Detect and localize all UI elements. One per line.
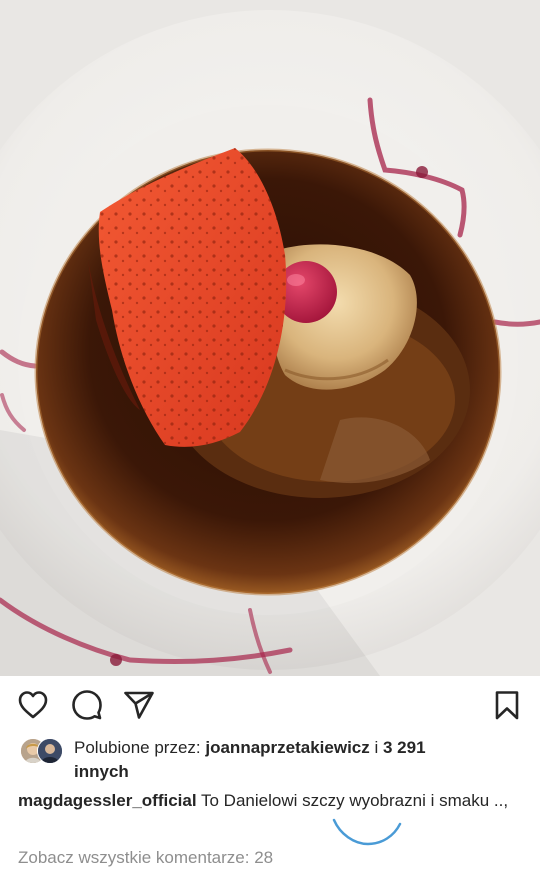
likes-prefix: Polubione przez: xyxy=(74,738,206,757)
likes-connector: i xyxy=(369,738,383,757)
post-caption: magdagessler_official To Danielowi szczy… xyxy=(18,788,518,814)
post-action-bar xyxy=(0,676,540,734)
save-button[interactable] xyxy=(490,688,524,722)
dish-photo-illustration xyxy=(0,0,540,676)
avatar xyxy=(37,738,63,764)
heart-outline-icon xyxy=(18,691,48,719)
bookmark-outline-icon xyxy=(495,691,519,720)
liker-avatars[interactable] xyxy=(20,738,64,764)
liker-username[interactable]: joannaprzetakiewicz xyxy=(205,738,369,757)
comment-bubble-icon xyxy=(72,690,102,720)
avatar-photo xyxy=(38,739,62,763)
comment-button[interactable] xyxy=(70,688,104,722)
caption-text: To Danielowi szczy wyobrazni i smaku .., xyxy=(201,791,509,810)
like-button[interactable] xyxy=(16,688,50,722)
drawn-smile-doodle xyxy=(332,818,402,846)
likes-summary[interactable]: Polubione przez: joannaprzetakiewicz i 3… xyxy=(74,736,514,784)
likes-suffix[interactable]: innych xyxy=(74,762,129,781)
likes-count[interactable]: 3 291 xyxy=(383,738,426,757)
likes-row: Polubione przez: joannaprzetakiewicz i 3… xyxy=(18,734,528,784)
share-button[interactable] xyxy=(122,688,156,722)
caption-username[interactable]: magdagessler_official xyxy=(18,791,197,810)
view-all-comments-link[interactable]: Zobacz wszystkie komentarze: 28 xyxy=(18,846,273,870)
paper-plane-icon xyxy=(124,691,154,719)
post-photo[interactable] xyxy=(0,0,540,676)
